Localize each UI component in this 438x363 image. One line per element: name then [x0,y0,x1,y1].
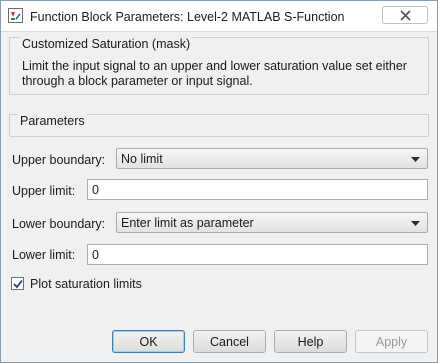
upper-limit-label: Upper limit: [12,184,76,198]
block-parameters-icon [8,8,23,23]
close-button[interactable] [382,6,428,24]
title-bar[interactable]: Function Block Parameters: Level-2 MATLA… [1,1,437,32]
lower-limit-field[interactable] [87,244,428,265]
parameters-group: Parameters [9,114,429,137]
lower-limit-label: Lower limit: [12,248,76,262]
upper-limit-field[interactable] [87,179,428,200]
mask-title: Customized Saturation (mask) [20,37,193,51]
plot-saturation-label[interactable]: Plot saturation limits [30,277,142,291]
ok-button[interactable]: OK [112,330,185,353]
mask-description: Limit the input signal to an upper and l… [22,59,407,88]
chevron-down-icon [411,221,420,226]
cancel-button[interactable]: Cancel [193,330,266,353]
dialog-window: Function Block Parameters: Level-2 MATLA… [0,0,438,363]
window-title: Function Block Parameters: Level-2 MATLA… [30,10,345,24]
mask-group: Customized Saturation (mask) Limit the i… [9,37,429,95]
upper-boundary-label: Upper boundary: [12,153,106,167]
help-button[interactable]: Help [274,330,347,353]
parameters-title: Parameters [18,114,87,128]
upper-boundary-select[interactable]: No limit [116,148,428,169]
close-icon [400,10,411,21]
lower-boundary-label: Lower boundary: [12,217,106,231]
checkmark-icon [13,279,23,289]
upper-boundary-value: No limit [121,152,163,166]
lower-boundary-select[interactable]: Enter limit as parameter [116,212,428,233]
apply-button[interactable]: Apply [355,330,428,353]
lower-boundary-value: Enter limit as parameter [121,216,254,230]
plot-saturation-checkbox[interactable] [11,277,24,290]
chevron-down-icon [411,157,420,162]
